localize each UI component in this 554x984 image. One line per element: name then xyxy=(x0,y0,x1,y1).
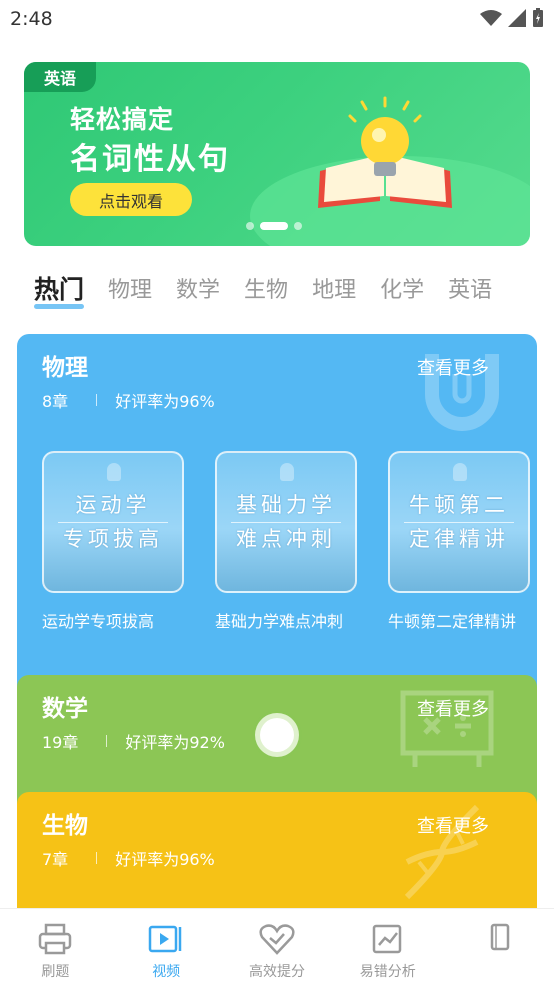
tab-chemistry[interactable]: 化学 xyxy=(380,272,424,304)
nav-label: 高效提分 xyxy=(248,964,305,980)
course-list: 运动学 专项拔高 运动学专项拔高 基础力学 难点冲刺 基础力学难点冲刺 牛顿第二… xyxy=(42,451,530,632)
floating-assistive-button[interactable] xyxy=(255,713,299,757)
card-title: 物理 xyxy=(42,355,88,381)
physics-card: 物理 查看更多 8章 好评率为96% 运动学 专项拔高 运动学专项拔高 基础力学… xyxy=(17,334,537,734)
divider xyxy=(404,521,514,523)
printer-icon xyxy=(37,921,73,957)
status-bar: 2:48 xyxy=(0,0,554,40)
tab-hot[interactable]: 热门 xyxy=(34,270,85,309)
bottom-navigation: 刷题 视频 高效提分 易错分析 xyxy=(0,908,554,984)
chapter-count: 7章 xyxy=(42,850,69,869)
course-thumbnail[interactable]: 牛顿第二 定律精讲 xyxy=(388,451,530,593)
battery-icon xyxy=(533,8,543,27)
signal-icon xyxy=(508,9,526,27)
rating-text: 好评率为92% xyxy=(125,733,225,752)
card-meta: 19章 好评率为92% xyxy=(42,729,225,753)
course-name[interactable]: 运动学专项拔高 xyxy=(42,608,184,632)
thumbnail-line1: 牛顿第二 xyxy=(409,492,509,517)
banner-title-line1: 轻松搞定 xyxy=(70,105,175,134)
banner-watch-button[interactable]: 点击观看 xyxy=(70,183,192,216)
course-thumbnail[interactable]: 基础力学 难点冲刺 xyxy=(215,451,357,593)
tab-physics[interactable]: 物理 xyxy=(108,272,152,304)
status-time: 2:48 xyxy=(10,8,53,30)
lightbulb-book-icon xyxy=(318,96,452,208)
carousel-dot-active xyxy=(260,222,288,230)
nav-item-improve[interactable]: 高效提分 xyxy=(222,909,333,984)
tab-math[interactable]: 数学 xyxy=(176,272,220,304)
meta-divider xyxy=(96,394,98,406)
thumbnail-line1: 运动学 xyxy=(75,492,151,517)
thumbnail-line2: 定律精讲 xyxy=(409,526,509,551)
chart-icon xyxy=(370,921,406,957)
course-item[interactable]: 牛顿第二 定律精讲 牛顿第二定律精讲 xyxy=(388,451,530,632)
wifi-icon xyxy=(480,10,502,26)
heart-check-icon xyxy=(259,921,295,957)
nav-item-practice[interactable]: 刷题 xyxy=(0,909,111,984)
bulb-icon xyxy=(453,463,467,481)
divider xyxy=(58,521,168,523)
nav-item-video[interactable]: 视频 xyxy=(111,909,222,984)
meta-divider xyxy=(106,735,108,747)
carousel-dot xyxy=(294,222,302,230)
bulb-icon xyxy=(107,463,121,481)
meta-divider xyxy=(96,852,98,864)
banner-carousel[interactable]: 英语 轻松搞定 名词性从句 点击观看 xyxy=(24,62,530,246)
divider xyxy=(231,521,341,523)
chapter-count: 19章 xyxy=(42,733,79,752)
see-more-link[interactable]: 查看更多 xyxy=(417,812,489,838)
see-more-link[interactable]: 查看更多 xyxy=(417,695,489,721)
banner-tag: 英语 xyxy=(24,62,96,92)
carousel-dot xyxy=(246,222,254,230)
subject-tabs: 热门 物理 数学 生物 地理 化学 英语 xyxy=(0,266,554,310)
nav-item-error-analysis[interactable]: 易错分析 xyxy=(332,909,443,984)
card-meta: 7章 好评率为96% xyxy=(42,846,215,870)
status-icons xyxy=(480,8,544,28)
tab-geography[interactable]: 地理 xyxy=(312,272,356,304)
thumbnail-line1: 基础力学 xyxy=(236,492,336,517)
course-thumbnail[interactable]: 运动学 专项拔高 xyxy=(42,451,184,593)
nav-label: 视频 xyxy=(152,964,181,980)
tab-english[interactable]: 英语 xyxy=(448,272,492,304)
rating-text: 好评率为96% xyxy=(115,850,215,869)
nav-label: 易错分析 xyxy=(359,964,416,980)
carousel-indicator xyxy=(246,222,302,230)
card-title: 生物 xyxy=(42,813,88,839)
tab-biology[interactable]: 生物 xyxy=(244,272,288,304)
card-title: 数学 xyxy=(42,696,88,722)
course-item[interactable]: 基础力学 难点冲刺 基础力学难点冲刺 xyxy=(215,451,357,632)
card-meta: 8章 好评率为96% xyxy=(42,388,215,412)
rating-text: 好评率为96% xyxy=(115,392,215,411)
course-item[interactable]: 运动学 专项拔高 运动学专项拔高 xyxy=(42,451,184,632)
thumbnail-line2: 难点冲刺 xyxy=(236,526,336,551)
chapter-count: 8章 xyxy=(42,392,69,411)
bulb-icon xyxy=(280,463,294,481)
banner-title-line2: 名词性从句 xyxy=(70,142,230,177)
thumbnail-line2: 专项拔高 xyxy=(63,526,163,551)
video-icon xyxy=(148,921,184,957)
nav-item-notes[interactable] xyxy=(443,909,554,984)
course-name[interactable]: 牛顿第二定律精讲 xyxy=(388,608,530,632)
nav-label: 刷题 xyxy=(41,964,70,980)
see-more-link[interactable]: 查看更多 xyxy=(417,354,489,380)
course-name[interactable]: 基础力学难点冲刺 xyxy=(215,608,357,632)
notebook-icon xyxy=(481,921,517,957)
